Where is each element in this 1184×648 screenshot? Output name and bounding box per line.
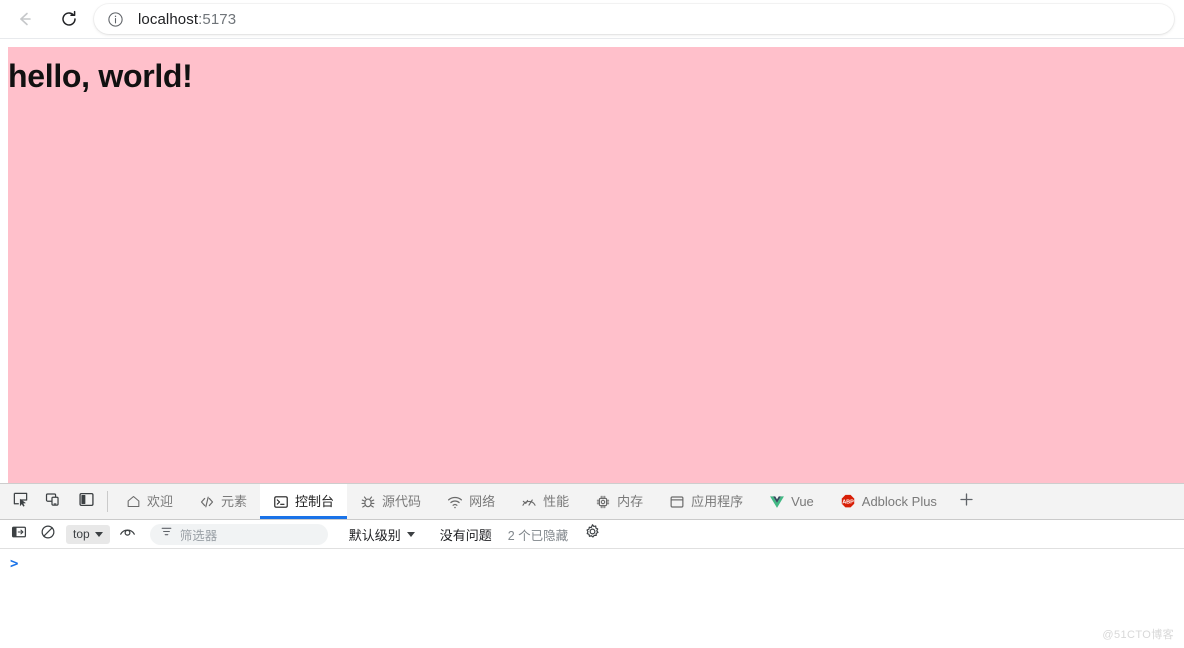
chevron-down-icon (406, 531, 415, 537)
reload-button[interactable] (54, 4, 84, 34)
execution-context-selector[interactable]: top (66, 524, 110, 544)
dock-panel-icon (78, 491, 95, 513)
log-level-label: 默认级别 (348, 527, 401, 543)
url-text: localhost:5173 (138, 11, 236, 28)
adblock-plus-icon: ABP (840, 494, 856, 510)
prompt-caret-icon: > (10, 556, 19, 572)
filter-funnel-icon (160, 525, 173, 543)
tab-label: Adblock Plus (861, 494, 937, 509)
devtools-tab-list: 欢迎 元素 控制台 源代码 网络 性能 内存 应用程序 Vue ABP Adbl… (112, 484, 1184, 519)
dock-tabs-separator (107, 491, 108, 512)
wifi-icon (447, 494, 463, 510)
eye-icon (119, 523, 136, 545)
tab-label: 内存 (617, 494, 644, 509)
vue-logo-icon (769, 494, 785, 510)
console-sidebar-icon (11, 524, 27, 545)
devtools-tabbar: 欢迎 元素 控制台 源代码 网络 性能 内存 应用程序 Vue ABP Adbl… (0, 484, 1184, 520)
svg-text:ABP: ABP (842, 499, 854, 505)
console-filter-input[interactable]: 筛选器 (149, 523, 328, 545)
home-icon (125, 494, 141, 510)
tab-memory[interactable]: 内存 (582, 484, 656, 519)
filter-placeholder: 筛选器 (179, 528, 218, 543)
tab-console[interactable]: 控制台 (260, 484, 348, 519)
device-toolbar-button[interactable] (41, 490, 65, 514)
devtools-panel: 欢迎 元素 控制台 源代码 网络 性能 内存 应用程序 Vue ABP Adbl… (0, 483, 1184, 648)
devtools-dock-controls (0, 484, 105, 519)
log-level-selector[interactable]: 默认级别 (349, 525, 415, 544)
tab-sources[interactable]: 源代码 (347, 484, 434, 519)
arrow-left-icon (15, 9, 35, 29)
tab-label: 欢迎 (147, 494, 174, 509)
reload-icon (59, 9, 79, 29)
tab-label: 元素 (221, 494, 248, 509)
tab-label: 应用程序 (691, 494, 744, 509)
page-viewport: hello, world! (0, 39, 1184, 483)
live-expression-button[interactable] (117, 523, 139, 545)
chevron-down-icon (94, 531, 103, 537)
bug-icon (360, 494, 376, 510)
console-sidebar-toggle[interactable] (8, 523, 30, 545)
tab-label: 性能 (543, 494, 570, 509)
application-window-icon (669, 494, 685, 510)
console-output-area: > @51CTO博客 (0, 549, 1184, 648)
console-toolbar: top 筛选器 默认级别 没有问题 2 个已隐藏 (0, 520, 1184, 549)
console-input[interactable] (26, 557, 1184, 573)
memory-chip-icon (595, 494, 611, 510)
url-host: localhost (138, 10, 199, 28)
tab-performance[interactable]: 性能 (508, 484, 582, 519)
code-brackets-icon (199, 494, 215, 510)
tab-network[interactable]: 网络 (434, 484, 508, 519)
page-title: hello, world! (8, 58, 193, 94)
console-settings-button[interactable] (582, 524, 602, 544)
info-circle-icon[interactable] (106, 10, 124, 28)
hidden-messages-count[interactable]: 2 个已隐藏 (508, 525, 568, 544)
screenshot-root: localhost:5173 hello, world! 欢迎 元素 控制台 源… (0, 0, 1184, 648)
tab-vue[interactable]: Vue (756, 484, 827, 519)
device-toggle-icon (45, 491, 62, 513)
tab-welcome[interactable]: 欢迎 (112, 484, 186, 519)
clear-console-icon (40, 524, 56, 545)
tab-label: 源代码 (382, 494, 422, 509)
plus-icon (958, 491, 975, 513)
tab-label: 控制台 (295, 494, 335, 509)
inspect-element-button[interactable] (8, 490, 32, 514)
tab-label: 网络 (469, 494, 496, 509)
dock-side-button[interactable] (74, 490, 98, 514)
tab-adblock-plus[interactable]: ABP Adblock Plus (827, 484, 950, 519)
issues-status[interactable]: 没有问题 (440, 525, 492, 544)
address-bar[interactable]: localhost:5173 (94, 4, 1174, 34)
console-terminal-icon (273, 494, 289, 510)
more-tabs-button[interactable] (950, 484, 984, 519)
console-prompt-row[interactable]: > (0, 549, 1184, 573)
clear-console-button[interactable] (37, 523, 59, 545)
tab-label: Vue (791, 494, 814, 509)
page-body: hello, world! (8, 47, 1184, 483)
browser-toolbar: localhost:5173 (0, 0, 1184, 38)
url-port: :5173 (198, 10, 237, 28)
gear-icon (584, 523, 601, 545)
inspect-cursor-icon (12, 491, 29, 513)
execution-context-value: top (73, 527, 90, 541)
back-button[interactable] (10, 4, 40, 34)
tab-application[interactable]: 应用程序 (656, 484, 756, 519)
performance-gauge-icon (521, 494, 537, 510)
tab-elements[interactable]: 元素 (186, 484, 260, 519)
watermark: @51CTO博客 (1102, 629, 1174, 641)
